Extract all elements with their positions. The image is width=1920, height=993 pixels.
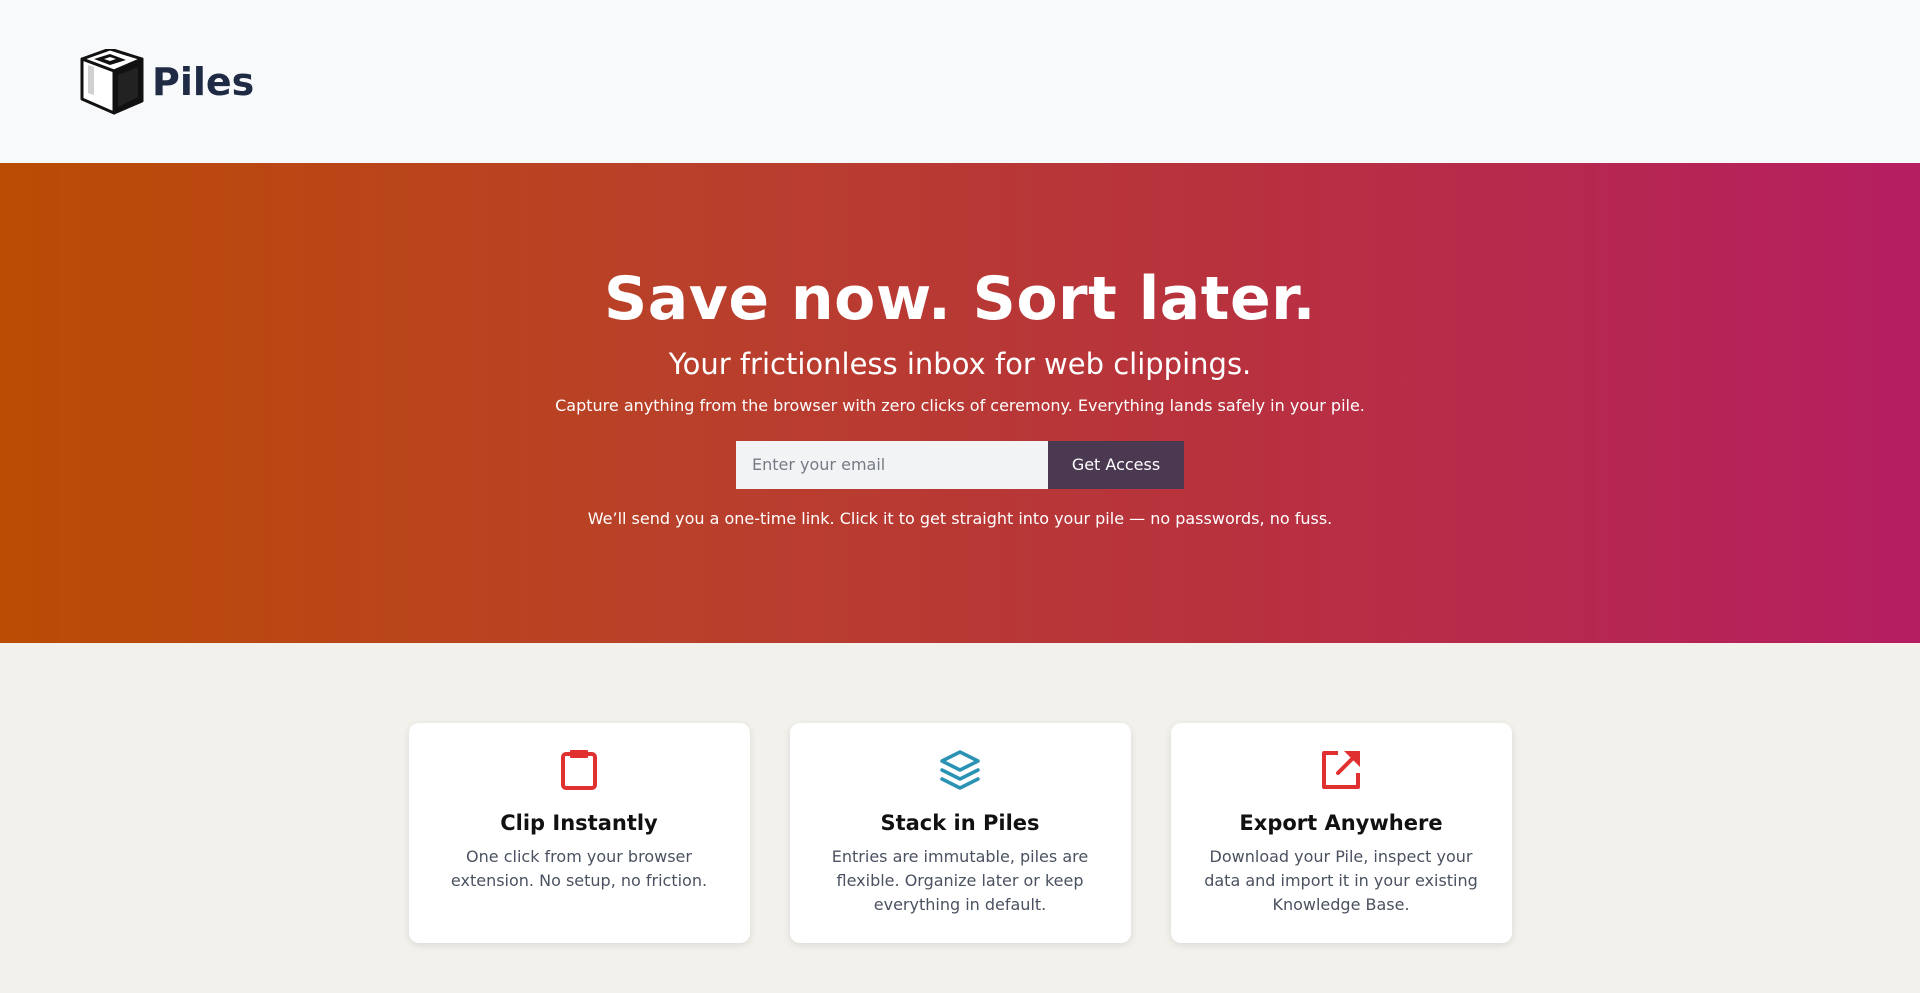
hero-section: Save now. Sort later. Your frictionless … — [0, 163, 1920, 643]
feature-card-stack: Stack in Piles Entries are immutable, pi… — [789, 723, 1131, 943]
external-link-icon — [1322, 751, 1360, 789]
feature-title: Clip Instantly — [500, 811, 658, 835]
feature-text: One click from your browser extension. N… — [450, 847, 708, 890]
brand-name: Piles — [152, 59, 255, 104]
cube-logo-icon — [80, 48, 144, 114]
feature-title: Export Anywhere — [1239, 811, 1443, 835]
features-section: Clip Instantly One click from your brows… — [0, 643, 1920, 943]
brand-link[interactable]: Piles — [80, 48, 255, 115]
site-header: Piles — [0, 0, 1920, 163]
signup-form: Get Access — [736, 440, 1184, 489]
hero-subtitle: Your frictionless inbox for web clipping… — [668, 347, 1252, 381]
hero-description: Capture anything from the browser with z… — [555, 395, 1365, 415]
get-access-button[interactable]: Get Access — [1048, 440, 1184, 489]
feature-card-export: Export Anywhere Download your Pile, insp… — [1170, 723, 1512, 943]
hero-note: We’ll send you a one-time link. Click it… — [587, 508, 1333, 528]
email-input[interactable] — [736, 440, 1048, 489]
layers-icon — [940, 750, 980, 790]
feature-text: Download your Pile, inspect your data an… — [1204, 847, 1478, 914]
feature-title: Stack in Piles — [880, 811, 1040, 835]
feature-card-clip: Clip Instantly One click from your brows… — [408, 723, 750, 943]
feature-text: Entries are immutable, piles are flexibl… — [831, 847, 1089, 914]
clipboard-icon — [561, 750, 597, 790]
hero-title: Save now. Sort later. — [604, 264, 1316, 334]
